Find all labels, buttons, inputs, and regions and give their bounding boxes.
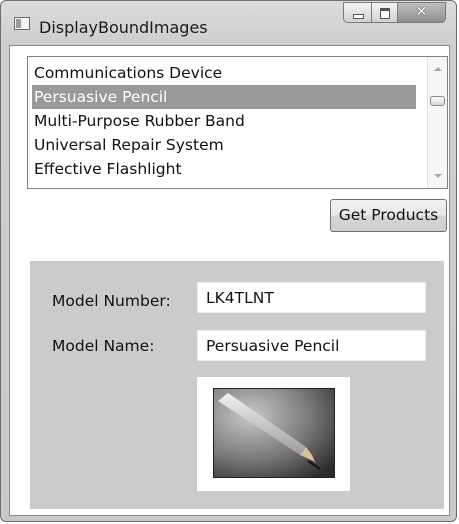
minimize-button[interactable] — [343, 2, 371, 23]
window-icon[interactable] — [14, 17, 30, 30]
list-item[interactable]: Universal Repair System — [32, 133, 416, 157]
list-item[interactable]: Multi-Purpose Rubber Band — [32, 109, 416, 133]
model-number-label: Model Number: — [52, 292, 171, 310]
scroll-up-arrow-icon[interactable] — [434, 67, 442, 71]
pencil-photo-icon — [213, 388, 335, 478]
product-image-frame — [197, 377, 350, 491]
window-title: DisplayBoundImages — [39, 18, 208, 37]
client-area: Communications Device Persuasive Pencil … — [9, 45, 450, 516]
scroll-down-arrow-icon[interactable] — [434, 174, 442, 178]
close-button[interactable]: ✕ — [398, 2, 446, 23]
model-name-field[interactable]: Persuasive Pencil — [197, 330, 426, 361]
vertical-scrollbar[interactable] — [427, 57, 447, 188]
minimize-icon — [353, 14, 364, 19]
main-window: DisplayBoundImages ✕ Communications Devi… — [0, 0, 457, 522]
maximize-button[interactable] — [371, 2, 398, 23]
products-listbox[interactable]: Communications Device Persuasive Pencil … — [27, 56, 448, 189]
close-icon: ✕ — [415, 4, 428, 20]
window-controls: ✕ — [343, 2, 446, 23]
model-number-field[interactable]: LK4TLNT — [197, 282, 426, 313]
maximize-icon — [380, 8, 390, 19]
list-item[interactable]: Communications Device — [32, 61, 416, 85]
product-details-panel: Model Number: LK4TLNT Model Name: Persua… — [30, 261, 444, 509]
model-name-label: Model Name: — [52, 337, 155, 355]
title-bar[interactable]: DisplayBoundImages ✕ — [1, 1, 456, 45]
scroll-thumb[interactable] — [430, 96, 445, 106]
list-item[interactable]: Effective Flashlight — [32, 157, 416, 181]
list-item-selected[interactable]: Persuasive Pencil — [32, 85, 416, 109]
get-products-button[interactable]: Get Products — [330, 199, 447, 232]
